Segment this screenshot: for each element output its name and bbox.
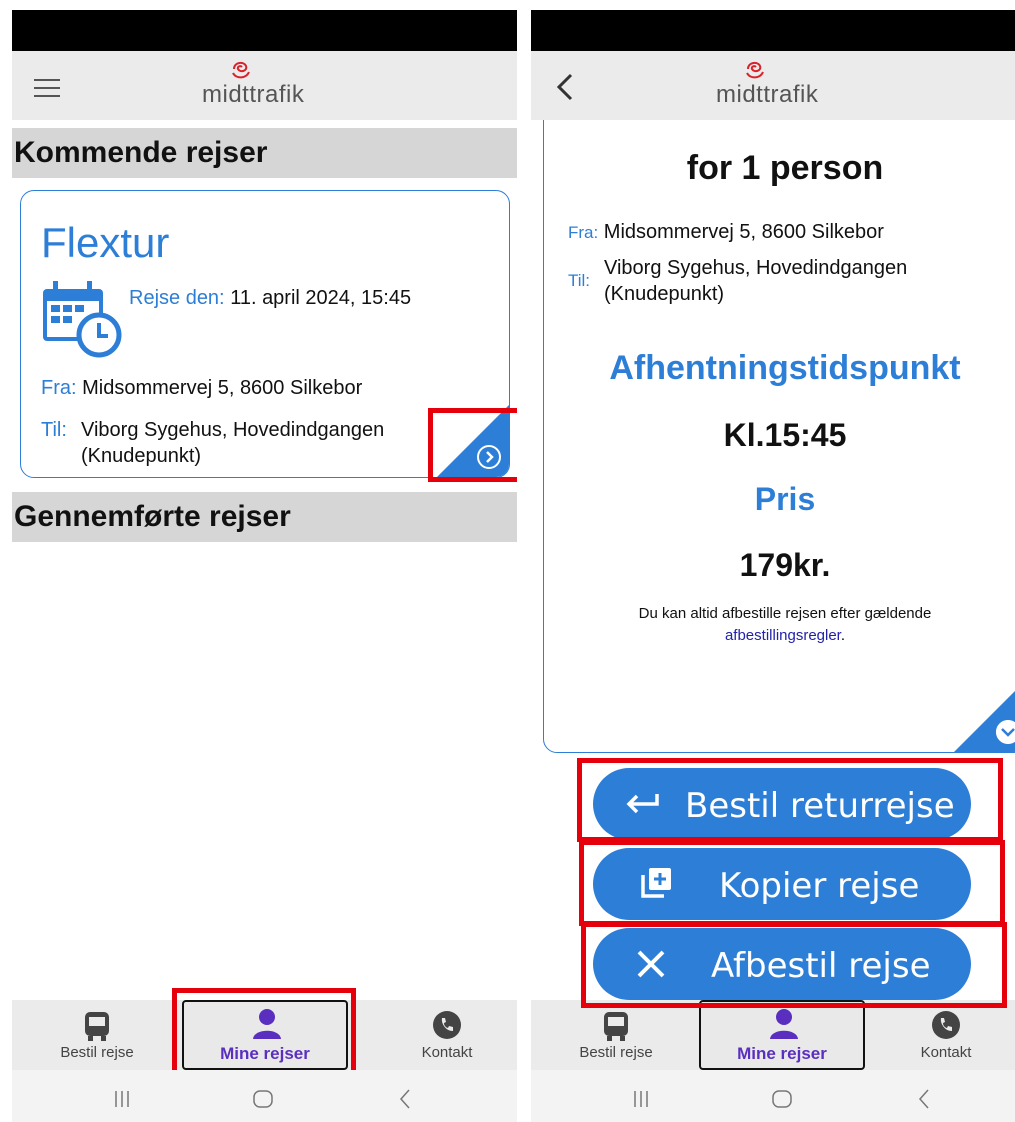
right-screen: Flextur den 11/04/2024 for 1 person Fra:…	[531, 0, 1015, 1122]
logo-mark-icon	[746, 61, 764, 79]
nav-my-trips-label: Mine rejser	[737, 1044, 827, 1063]
from-value: Midsommervej 5, 8600 Silkebor	[82, 377, 363, 399]
nav-book-trip[interactable]: Bestil rejse	[32, 1000, 162, 1070]
cancel-trip-label: Afbestil rejse	[711, 946, 931, 986]
pickup-time: Kl.15:45	[723, 417, 847, 453]
cancel-trip-button[interactable]: Afbestil rejse	[593, 928, 971, 1000]
upcoming-trips-label: Kommende rejser	[14, 136, 268, 169]
date-value: 11. april 2024, 15:45	[230, 287, 412, 309]
person-icon	[770, 1009, 798, 1039]
nav-book-label: Bestil rejse	[60, 1044, 134, 1061]
details-from-value: Midsommervej 5, 8600 Silkebor	[603, 221, 884, 243]
bottom-nav: Bestil rejse Mine rejser Kontakt	[531, 1000, 1015, 1070]
upcoming-trips-heading: Kommende rejser	[12, 128, 517, 178]
nav-contact-label: Kontakt	[920, 1044, 972, 1061]
nav-book-trip[interactable]: Bestil rejse	[551, 1000, 681, 1070]
date-label: Rejse den:	[129, 287, 225, 309]
bus-icon	[85, 1012, 109, 1041]
cancel-rules-suffix: .	[840, 627, 846, 644]
to-label: Til:	[41, 419, 67, 441]
app-bar: midttrafik	[12, 51, 517, 120]
trip-from: Fra: Midsommervej 5, 8600 Silkebor	[41, 377, 362, 400]
recent-apps-icon[interactable]	[631, 1090, 651, 1108]
app-bar: midttrafik	[531, 51, 1015, 120]
completed-trips-label: Gennemførte rejser	[14, 500, 291, 533]
details-from: Fra: Midsommervej 5, 8600 Silkebor	[568, 221, 884, 244]
back-arrow-icon[interactable]	[551, 69, 581, 105]
card-corner	[437, 405, 509, 477]
bottom-nav: Bestil rejse Mine rejser Kontakt	[12, 1000, 517, 1070]
nav-my-trips[interactable]: Mine rejser	[182, 1000, 348, 1070]
details-to-line-2: (Knudepunkt)	[604, 283, 725, 305]
back-icon[interactable]	[398, 1088, 412, 1110]
phone-icon	[433, 1011, 461, 1039]
nav-my-trips[interactable]: Mine rejser	[699, 1000, 865, 1070]
logo-wordmark: midttrafik	[716, 81, 819, 108]
status-bar	[12, 10, 517, 51]
logo-wordmark: midttrafik	[202, 81, 305, 108]
home-icon[interactable]	[771, 1089, 793, 1109]
from-label: Fra:	[41, 377, 77, 399]
pickup-heading: Afhentningstidspunkt	[609, 349, 961, 387]
close-icon	[637, 950, 665, 978]
cancel-rules-link[interactable]: afbestillingsregler	[725, 627, 841, 644]
return-arrow-icon	[626, 794, 659, 814]
return-trip-label: Bestil returrejse	[685, 786, 955, 826]
nav-my-trips-label: Mine rejser	[220, 1044, 310, 1063]
cancel-note: Du kan altid afbestille rejsen efter gæl…	[638, 605, 932, 622]
midttrafik-logo: midttrafik	[716, 59, 856, 111]
bus-icon	[604, 1012, 628, 1041]
copy-trip-button[interactable]: Kopier rejse	[593, 848, 971, 920]
copy-add-icon	[641, 868, 671, 898]
midttrafik-logo: midttrafik	[202, 59, 342, 111]
nav-contact-label: Kontakt	[421, 1044, 473, 1061]
recent-apps-icon[interactable]	[112, 1090, 132, 1108]
calendar-clock-icon	[43, 281, 122, 358]
person-icon	[253, 1009, 281, 1039]
chevron-down-icon[interactable]	[996, 720, 1015, 744]
menu-icon[interactable]	[34, 79, 60, 97]
logo-mark-icon	[232, 61, 250, 79]
price-heading: Pris	[754, 481, 816, 517]
chevron-right-icon[interactable]	[477, 445, 501, 469]
status-bar	[531, 10, 1015, 51]
back-icon[interactable]	[917, 1088, 931, 1110]
completed-trips-heading: Gennemførte rejser	[12, 492, 517, 542]
system-nav-bar	[12, 1070, 517, 1122]
home-icon[interactable]	[252, 1089, 274, 1109]
nav-book-label: Bestil rejse	[579, 1044, 653, 1061]
trip-card[interactable]: Flextur Rejse den: 11. april 2024, 15:45…	[20, 190, 510, 478]
price-value: 179kr.	[739, 547, 831, 583]
trip-date: Rejse den: 11. april 2024, 15:45	[129, 287, 411, 310]
details-to-label: Til:	[568, 271, 591, 290]
return-trip-button[interactable]: Bestil returrejse	[593, 768, 971, 840]
nav-contact[interactable]: Kontakt	[881, 1000, 1011, 1070]
details-from-label: Fra:	[568, 223, 599, 242]
cancel-rules: afbestillingsregler.	[544, 627, 1015, 644]
trip-title: Flextur	[41, 219, 170, 266]
left-screen: midttrafik Kommende rejser Flextur Rejse…	[12, 0, 517, 1122]
details-title-line-2: for 1 person	[686, 149, 884, 187]
nav-contact[interactable]: Kontakt	[382, 1000, 512, 1070]
to-value-line-2: (Knudepunkt)	[81, 445, 202, 467]
system-nav-bar	[531, 1070, 1015, 1122]
copy-trip-label: Kopier rejse	[719, 866, 920, 906]
phone-icon	[932, 1011, 960, 1039]
trip-details-card: Flextur den 11/04/2024 for 1 person Fra:…	[543, 90, 1015, 753]
trip-to: Til:	[41, 419, 67, 442]
details-to-line-1: Viborg Sygehus, Hovedindgangen	[604, 257, 908, 279]
to-value-line-1: Viborg Sygehus, Hovedindgangen	[81, 419, 385, 441]
